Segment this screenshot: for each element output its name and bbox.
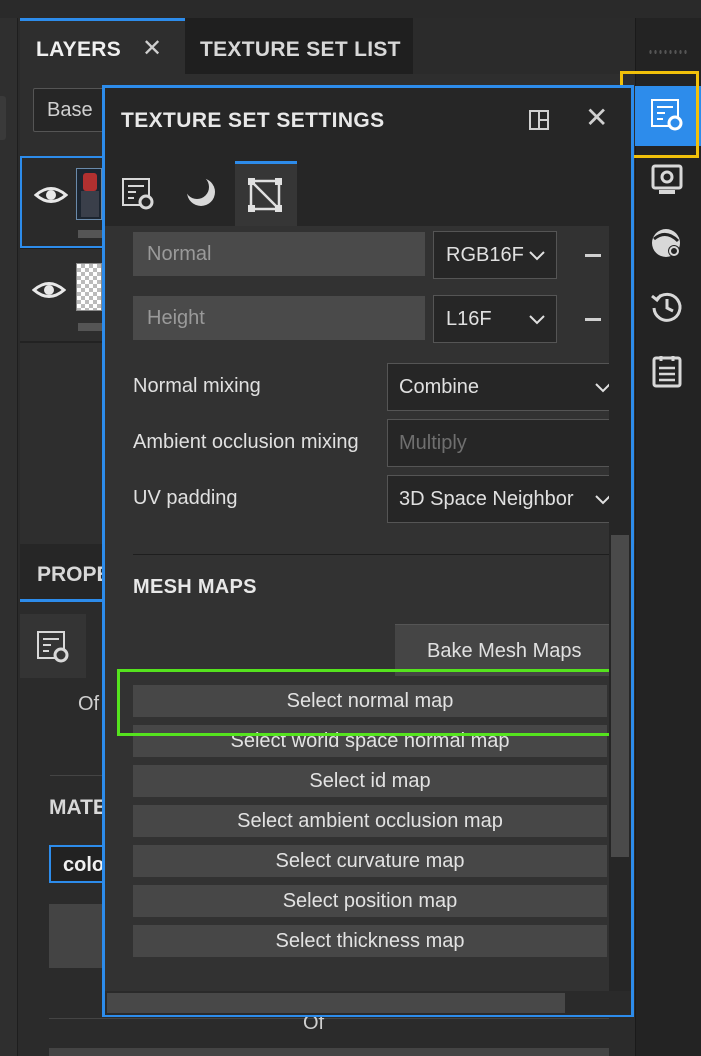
properties-tab[interactable] — [20, 614, 86, 678]
material-heading: MATE — [49, 796, 107, 819]
channel-dropdown[interactable]: Base — [33, 88, 113, 132]
select-ambient-occlusion-map-button[interactable]: Select ambient occlusion map — [133, 805, 607, 837]
properties-text: Of — [78, 693, 100, 715]
vertical-scrollbar-thumb[interactable] — [611, 535, 629, 857]
channel-name-field[interactable]: Height — [133, 296, 425, 340]
chevron-down-icon — [595, 495, 610, 505]
panel-title: TEXTURE SET SETTINGS — [121, 109, 385, 132]
color-mode-field[interactable]: colo — [49, 845, 107, 883]
bake-mesh-maps-label: Bake Mesh Maps — [427, 640, 582, 662]
mesh-icon — [248, 178, 282, 212]
eye-icon[interactable] — [32, 279, 66, 301]
channel-name: Height — [147, 307, 205, 329]
layer-mask-bar — [78, 230, 102, 238]
mesh-maps-title: MESH MAPS — [133, 576, 257, 598]
normal-mixing-dropdown[interactable]: Combine — [387, 363, 613, 411]
remove-channel-button[interactable] — [585, 254, 601, 257]
layer-thumbnail[interactable] — [76, 168, 102, 220]
channel-format-value: L16F — [446, 308, 492, 330]
ao-mixing-dropdown[interactable]: Multiply — [387, 419, 613, 467]
log-icon[interactable] — [650, 354, 684, 388]
tab-texture-set-list[interactable]: TEXTURE SET LIST — [185, 18, 413, 74]
close-icon[interactable]: ✕ — [585, 104, 608, 132]
color-mode-value: colo — [63, 854, 105, 876]
moon-icon — [185, 176, 215, 206]
tab-texture-set-list-label: TEXTURE SET LIST — [200, 38, 401, 61]
dock-icon[interactable] — [528, 109, 550, 131]
channel-format-dropdown[interactable]: RGB16F — [433, 231, 557, 279]
channel-dropdown-value: Base — [47, 99, 93, 121]
texture-set-settings-icon — [122, 178, 154, 210]
ao-mixing-label: Ambient occlusion mixing — [133, 431, 359, 453]
channel-format-dropdown[interactable]: L16F — [433, 295, 557, 343]
close-icon[interactable]: ✕ — [142, 34, 162, 63]
properties-header[interactable]: PROPE — [20, 544, 111, 602]
select-thickness-map-button[interactable]: Select thickness map — [133, 925, 607, 957]
history-icon[interactable] — [650, 290, 684, 324]
eye-icon[interactable] — [34, 184, 68, 206]
divider — [20, 248, 110, 249]
shader-settings-icon[interactable] — [650, 227, 684, 261]
layer-mask-bar — [78, 323, 102, 331]
left-edge-panel — [0, 18, 18, 1056]
normal-mixing-value: Combine — [399, 376, 480, 398]
chevron-down-icon — [529, 315, 545, 325]
channel-name: Normal — [147, 243, 212, 265]
tab-material[interactable] — [171, 161, 233, 226]
channel-format-value: RGB16F — [446, 244, 524, 266]
select-position-map-button[interactable]: Select position map — [133, 885, 607, 917]
chevron-down-icon — [529, 251, 545, 261]
left-edge-handle[interactable] — [0, 96, 6, 140]
tab-texture-set-settings[interactable] — [107, 161, 169, 226]
divider — [133, 554, 609, 555]
highlight-box — [117, 669, 625, 736]
layer-thumbnail[interactable] — [76, 263, 102, 311]
texture-set-settings-icon — [37, 631, 69, 663]
property-slot-2[interactable] — [49, 1048, 609, 1056]
display-settings-icon[interactable] — [650, 163, 684, 197]
uv-padding-label: UV padding — [133, 487, 238, 509]
divider — [50, 775, 104, 776]
normal-mixing-label: Normal mixing — [133, 375, 261, 397]
divider — [49, 1018, 609, 1019]
remove-channel-button[interactable] — [585, 318, 601, 321]
channel-name-field[interactable]: Normal — [133, 232, 425, 276]
tab-layers-label: LAYERS — [36, 38, 122, 61]
properties-title: PROPE — [37, 563, 111, 586]
horizontal-scrollbar-thumb[interactable] — [107, 993, 565, 1013]
uv-padding-dropdown[interactable]: 3D Space Neighbor — [387, 475, 613, 523]
uv-padding-value: 3D Space Neighbor — [399, 488, 574, 510]
property-slot[interactable] — [49, 904, 107, 968]
top-strip — [0, 0, 701, 18]
ao-mixing-value: Multiply — [399, 432, 467, 454]
tab-layers[interactable]: LAYERS ✕ — [20, 18, 185, 74]
tab-bar-filler — [413, 18, 635, 74]
grip-handle[interactable] — [648, 48, 688, 56]
select-curvature-map-button[interactable]: Select curvature map — [133, 845, 607, 877]
select-id-map-button[interactable]: Select id map — [133, 765, 607, 797]
chevron-down-icon — [595, 383, 610, 393]
tab-mesh-maps[interactable] — [235, 161, 297, 226]
